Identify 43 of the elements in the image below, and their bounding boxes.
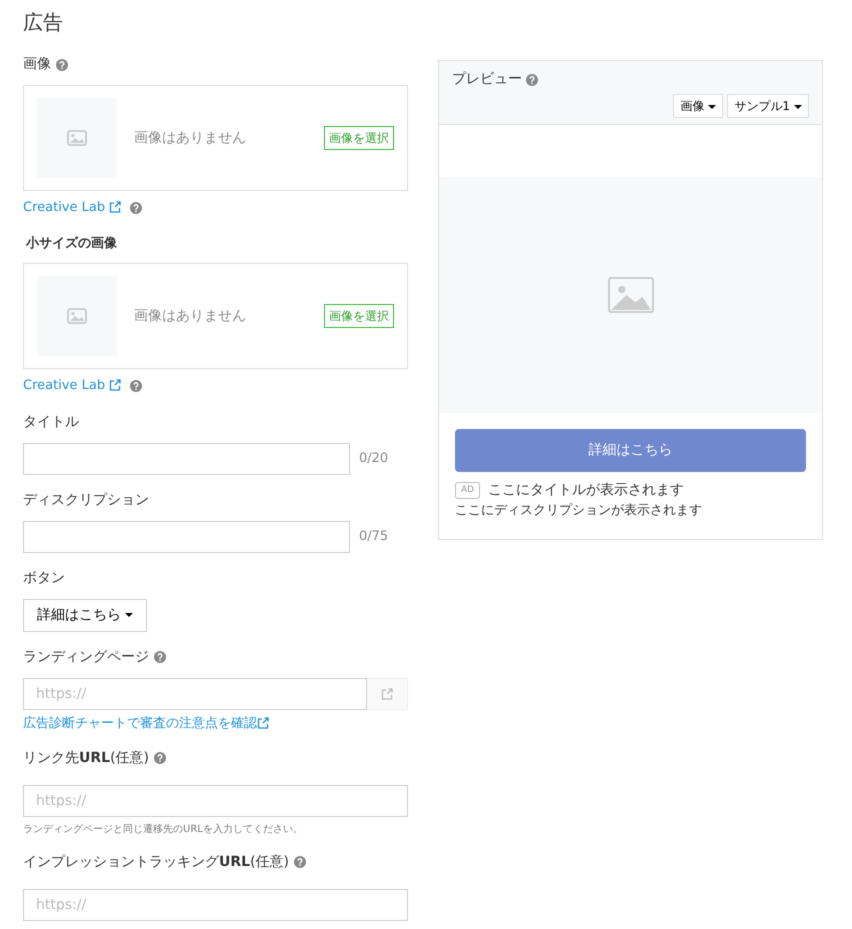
creative-lab-link[interactable]: Creative Lab bbox=[23, 376, 122, 396]
field-label: 小サイズの画像 bbox=[26, 234, 117, 252]
page-title: 広告 bbox=[23, 10, 64, 34]
preview-dropdown[interactable]: 画像 bbox=[673, 94, 724, 118]
empty-image-text: 画像はありません bbox=[134, 128, 247, 148]
field-label: ランディングページ bbox=[23, 648, 149, 666]
preview-dropdown[interactable]: サンプル1 bbox=[727, 94, 809, 118]
text-input[interactable] bbox=[23, 442, 350, 474]
ad-check-chart-link[interactable]: 広告診断チャートで審査の注意点を確認 bbox=[23, 714, 269, 733]
field-label: 画像 bbox=[23, 55, 51, 74]
character-counter: 0/20 bbox=[359, 450, 388, 468]
select-image-button[interactable]: 画像を選択 bbox=[324, 126, 394, 150]
creative-lab-link[interactable]: Creative Lab bbox=[23, 198, 122, 218]
button-type-dropdown[interactable]: 詳細はこちら bbox=[23, 598, 147, 632]
image-icon bbox=[67, 130, 87, 146]
select-image-button[interactable]: 画像を選択 bbox=[324, 304, 394, 328]
empty-image-text: 画像はありません bbox=[134, 306, 247, 326]
character-counter: 0/75 bbox=[359, 528, 388, 546]
ad-title-text: ここにタイトルが表示されます bbox=[488, 481, 684, 500]
help-icon bbox=[526, 74, 538, 86]
url-input[interactable]: https:// bbox=[23, 784, 408, 816]
field-hint: ランディングページと同じ遷移先のURLを入力してください。 bbox=[23, 822, 304, 836]
text-input[interactable] bbox=[23, 520, 350, 552]
external-link-icon bbox=[109, 379, 122, 392]
image-icon bbox=[67, 308, 87, 324]
ad-description-text: ここにディスクリプションが表示されます bbox=[455, 502, 703, 520]
help-icon bbox=[130, 380, 142, 392]
preview-cta-button[interactable]: 詳細はこちら bbox=[455, 429, 806, 472]
preview-title: プレビュー bbox=[452, 70, 522, 89]
url-input[interactable]: https:// bbox=[23, 678, 367, 710]
external-link-icon bbox=[109, 201, 122, 214]
image-icon bbox=[608, 277, 654, 313]
ad-badge: AD bbox=[455, 482, 480, 500]
help-icon bbox=[130, 202, 142, 214]
field-label: ボタン bbox=[23, 568, 65, 588]
field-label: ディスクリプション bbox=[23, 490, 149, 510]
field-label: リンク先URL(任意) bbox=[23, 748, 150, 768]
open-url-button[interactable] bbox=[367, 678, 408, 710]
field-label: インプレッショントラッキングURL(任意) bbox=[23, 852, 290, 872]
external-link-icon bbox=[257, 716, 269, 729]
external-link-icon bbox=[381, 688, 393, 700]
field-label: タイトル bbox=[23, 412, 79, 432]
url-input[interactable]: https:// bbox=[23, 888, 408, 920]
